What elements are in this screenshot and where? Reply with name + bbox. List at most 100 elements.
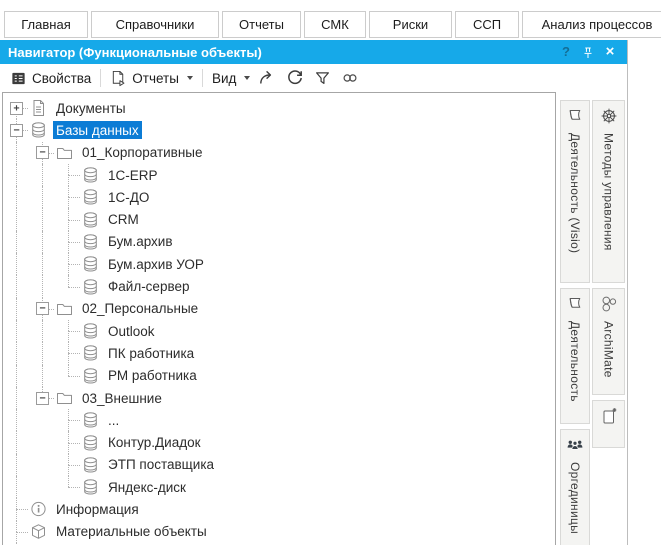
tree-indent-guide [29, 208, 55, 230]
tree-item[interactable]: − Базы данных [3, 119, 555, 141]
tree-item[interactable]: ЭТП поставщика [3, 454, 555, 476]
tree-indent-guide [3, 320, 29, 342]
help-icon[interactable]: ? [555, 40, 577, 64]
tree-item-label[interactable]: Контур.Диадок [105, 434, 204, 452]
side-tab-column-1: Деятельность (Visio) Деятельность Оргедини… [560, 100, 590, 545]
tree-item-label[interactable]: Материальные объекты [53, 523, 210, 541]
side-tab[interactable] [592, 400, 625, 448]
page-new-icon [600, 407, 618, 425]
tree-item-label[interactable]: 01_Корпоративные [79, 144, 206, 162]
people-icon [566, 436, 584, 454]
properties-icon [10, 70, 27, 87]
ribbon-tab[interactable]: Отчеты [222, 11, 301, 38]
collapse-icon[interactable]: − [36, 146, 49, 159]
tree-item[interactable]: Информация [3, 498, 555, 520]
tree-item[interactable]: Яндекс-диск [3, 476, 555, 498]
database-icon [81, 456, 100, 474]
tree-item-label[interactable]: 1С-ДО [105, 188, 152, 206]
tree-junction [55, 409, 81, 431]
navigator-tree: +Документы−Базы данных−01_Корпоративные1… [2, 92, 556, 545]
tree-item[interactable]: CRM [3, 208, 555, 230]
side-tab[interactable]: Деятельность (Visio) [560, 100, 590, 283]
tree-item-label[interactable]: Яндекс-диск [105, 478, 189, 496]
side-tab[interactable]: ArchiMate [592, 288, 625, 395]
tree-item-label[interactable]: Файл-сервер [105, 278, 193, 296]
tree-item-label[interactable]: Outlook [105, 322, 158, 340]
tree-junction [55, 365, 81, 387]
tree-item-label[interactable]: Документы [53, 99, 129, 117]
side-tab-strip: Деятельность (Visio) Деятельность Оргедини… [558, 92, 627, 545]
tree-item-label[interactable]: ПК работника [105, 344, 197, 362]
filter-button[interactable] [309, 68, 336, 89]
expand-icon[interactable]: + [10, 102, 23, 115]
view-button[interactable]: Вид [209, 69, 253, 88]
collapse-icon[interactable]: − [10, 124, 23, 137]
refresh-button[interactable] [281, 67, 309, 89]
tree-item-label[interactable]: Бум.архив УОР [105, 255, 207, 273]
tree-item-label[interactable]: Бум.архив [105, 233, 176, 251]
database-icon [81, 255, 100, 273]
tree-item[interactable]: − 03_Внешние [3, 387, 555, 409]
tree-item-label[interactable]: 03_Внешние [79, 389, 165, 407]
ribbon-tab[interactable]: Риски [369, 11, 452, 38]
tree-junction [3, 498, 29, 520]
report-icon [110, 70, 127, 87]
toolbar-separator [100, 69, 101, 87]
side-tab[interactable]: Деятельность [560, 288, 590, 424]
side-tab-column-2: Методы управления ArchiMate [592, 100, 625, 545]
tree-item[interactable]: Outlook [3, 320, 555, 342]
tree-item[interactable]: Контур.Диадок [3, 431, 555, 453]
tree-junction [55, 208, 81, 230]
tree-item[interactable]: Файл-сервер [3, 275, 555, 297]
ribbon-tab[interactable]: ССП [455, 11, 519, 38]
tree-item-label[interactable]: Базы данных [53, 121, 142, 139]
tree-item[interactable]: − 02_Персональные [3, 298, 555, 320]
tree-item[interactable]: 1С-ERP [3, 164, 555, 186]
collapse-icon[interactable]: − [36, 302, 49, 315]
tree-item[interactable]: Материальные объекты [3, 521, 555, 543]
reports-label: Отчеты [132, 71, 179, 86]
close-icon[interactable]: × [599, 40, 621, 64]
tree-item[interactable]: Бум.архив УОР [3, 253, 555, 275]
go-to-button[interactable] [253, 67, 281, 89]
reports-button[interactable]: Отчеты [107, 68, 196, 89]
tree-item-label[interactable]: РМ работника [105, 367, 200, 385]
cube-icon [29, 523, 48, 541]
tree-item-label[interactable]: 02_Персональные [79, 300, 201, 318]
side-tab[interactable]: Оргединицы [560, 429, 590, 545]
tree-item-label[interactable]: ... [105, 411, 122, 429]
tree-indent-guide [3, 208, 29, 230]
tree-indent-guide [29, 231, 55, 253]
tree-junction [55, 253, 81, 275]
pin-icon[interactable] [577, 40, 599, 64]
tree-item[interactable]: 1С-ДО [3, 186, 555, 208]
ribbon-tab[interactable]: СМК [304, 11, 366, 38]
ribbon-tab[interactable]: Справочники [91, 11, 219, 38]
tree-item-label[interactable]: Информация [53, 500, 142, 518]
tree-item[interactable]: РМ работника [3, 365, 555, 387]
ribbon-tab[interactable]: Главная [4, 11, 88, 38]
tree-junction [55, 231, 81, 253]
side-tab-label: ArchiMate [602, 321, 616, 378]
link-icon [341, 69, 359, 87]
tree-item[interactable]: − 01_Корпоративные [3, 142, 555, 164]
tree-item[interactable]: ПК работника [3, 342, 555, 364]
tree-junction: − [29, 142, 55, 164]
tree-item-label[interactable]: 1С-ERP [105, 166, 161, 184]
ribbon-tab[interactable]: Анализ процессов [522, 11, 661, 38]
link-button[interactable] [336, 67, 364, 89]
database-icon [81, 278, 100, 296]
side-tab[interactable]: Методы управления [592, 100, 625, 283]
tree-item-label[interactable]: CRM [105, 211, 142, 229]
tree-indent-guide [29, 454, 55, 476]
flag-icon [566, 295, 584, 313]
tree-item[interactable]: + Документы [3, 97, 555, 119]
chevron-down-icon [244, 76, 250, 80]
tree-item[interactable]: Бум.архив [3, 231, 555, 253]
properties-button[interactable]: Свойства [7, 68, 94, 89]
collapse-icon[interactable]: − [36, 392, 49, 405]
navigator-titlebar: Навигатор (Функциональные объекты) ? × [0, 40, 627, 64]
tree-junction [55, 186, 81, 208]
tree-item[interactable]: ... [3, 409, 555, 431]
tree-item-label[interactable]: ЭТП поставщика [105, 456, 217, 474]
